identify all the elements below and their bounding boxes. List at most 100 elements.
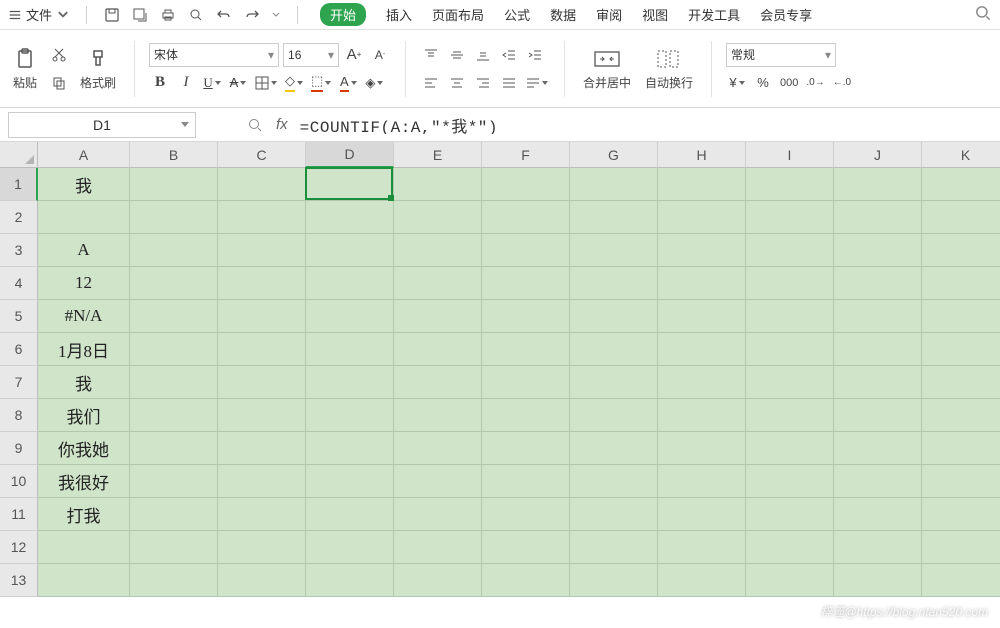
cell-K10[interactable] (922, 465, 1000, 498)
cell-J13[interactable] (834, 564, 922, 597)
cell-J1[interactable] (834, 168, 922, 201)
cell-G13[interactable] (570, 564, 658, 597)
font-name-select[interactable]: 宋体▾ (149, 43, 279, 67)
cell-J7[interactable] (834, 366, 922, 399)
italic-button[interactable]: I (175, 71, 197, 95)
cell-G5[interactable] (570, 300, 658, 333)
cell-D11[interactable] (306, 498, 394, 531)
effects-button[interactable]: ◈ (363, 71, 385, 95)
row-header-4[interactable]: 4 (0, 267, 38, 300)
chevron-down-icon[interactable] (271, 10, 281, 20)
cell-E11[interactable] (394, 498, 482, 531)
cell-F3[interactable] (482, 234, 570, 267)
col-header-D[interactable]: D (306, 142, 394, 168)
cell-G6[interactable] (570, 333, 658, 366)
cell-F7[interactable] (482, 366, 570, 399)
paste-button[interactable]: 粘贴 (8, 44, 42, 93)
col-header-H[interactable]: H (658, 142, 746, 168)
cell-K7[interactable] (922, 366, 1000, 399)
fx-icon[interactable]: fx (276, 116, 288, 133)
cell-C5[interactable] (218, 300, 306, 333)
cell-G3[interactable] (570, 234, 658, 267)
select-all-corner[interactable] (0, 142, 38, 168)
cell-H11[interactable] (658, 498, 746, 531)
cell-F1[interactable] (482, 168, 570, 201)
row-header-12[interactable]: 12 (0, 531, 38, 564)
underline-button[interactable]: U (201, 71, 223, 95)
zoom-icon[interactable] (244, 114, 266, 136)
justify-icon[interactable] (498, 71, 520, 95)
cell-B4[interactable] (130, 267, 218, 300)
cell-I9[interactable] (746, 432, 834, 465)
cell-A11[interactable]: 打我 (38, 498, 130, 531)
distribute-icon[interactable] (524, 71, 550, 95)
cell-A7[interactable]: 我 (38, 366, 130, 399)
cell-E12[interactable] (394, 531, 482, 564)
cell-H10[interactable] (658, 465, 746, 498)
border-button[interactable] (253, 71, 279, 95)
cell-C9[interactable] (218, 432, 306, 465)
cell-K4[interactable] (922, 267, 1000, 300)
row-header-5[interactable]: 5 (0, 300, 38, 333)
strike-button[interactable]: A (227, 71, 249, 95)
cell-A8[interactable]: 我们 (38, 399, 130, 432)
cell-F13[interactable] (482, 564, 570, 597)
cell-A13[interactable] (38, 564, 130, 597)
cell-F6[interactable] (482, 333, 570, 366)
row-header-6[interactable]: 6 (0, 333, 38, 366)
cell-I5[interactable] (746, 300, 834, 333)
cell-A10[interactable]: 我很好 (38, 465, 130, 498)
cell-C13[interactable] (218, 564, 306, 597)
cell-J4[interactable] (834, 267, 922, 300)
cell-H3[interactable] (658, 234, 746, 267)
cell-A1[interactable]: 我 (38, 168, 130, 201)
cell-A4[interactable]: 12 (38, 267, 130, 300)
cell-G12[interactable] (570, 531, 658, 564)
align-middle-icon[interactable] (446, 43, 468, 67)
cell-C12[interactable] (218, 531, 306, 564)
cell-B5[interactable] (130, 300, 218, 333)
cell-G4[interactable] (570, 267, 658, 300)
cell-K5[interactable] (922, 300, 1000, 333)
cell-D4[interactable] (306, 267, 394, 300)
cell-K13[interactable] (922, 564, 1000, 597)
cell-K1[interactable] (922, 168, 1000, 201)
row-header-8[interactable]: 8 (0, 399, 38, 432)
cell-K2[interactable] (922, 201, 1000, 234)
merge-center-button[interactable]: 合并居中 (579, 44, 635, 93)
cell-D6[interactable] (306, 333, 394, 366)
name-box[interactable]: D1 (8, 112, 196, 138)
currency-icon[interactable]: ¥ (726, 71, 748, 95)
cell-F8[interactable] (482, 399, 570, 432)
font-size-select[interactable]: 16▾ (283, 43, 339, 67)
cell-K8[interactable] (922, 399, 1000, 432)
cell-B2[interactable] (130, 201, 218, 234)
cell-F5[interactable] (482, 300, 570, 333)
cell-C2[interactable] (218, 201, 306, 234)
number-format-select[interactable]: 常规▾ (726, 43, 836, 67)
save-as-icon[interactable] (131, 6, 149, 24)
cell-C8[interactable] (218, 399, 306, 432)
cell-G8[interactable] (570, 399, 658, 432)
grow-font-icon[interactable]: A+ (343, 43, 365, 67)
copy-icon[interactable] (48, 72, 70, 94)
cell-I4[interactable] (746, 267, 834, 300)
cell-E8[interactable] (394, 399, 482, 432)
cell-B9[interactable] (130, 432, 218, 465)
cell-J2[interactable] (834, 201, 922, 234)
cell-H13[interactable] (658, 564, 746, 597)
cell-B12[interactable] (130, 531, 218, 564)
row-header-11[interactable]: 11 (0, 498, 38, 531)
cell-C6[interactable] (218, 333, 306, 366)
cell-F11[interactable] (482, 498, 570, 531)
cell-C3[interactable] (218, 234, 306, 267)
undo-icon[interactable] (215, 6, 233, 24)
tab-insert[interactable]: 插入 (386, 5, 412, 24)
cell-H7[interactable] (658, 366, 746, 399)
cell-F9[interactable] (482, 432, 570, 465)
formula-input[interactable] (300, 116, 1000, 134)
col-header-E[interactable]: E (394, 142, 482, 168)
cell-J12[interactable] (834, 531, 922, 564)
cell-E3[interactable] (394, 234, 482, 267)
align-left-icon[interactable] (420, 71, 442, 95)
